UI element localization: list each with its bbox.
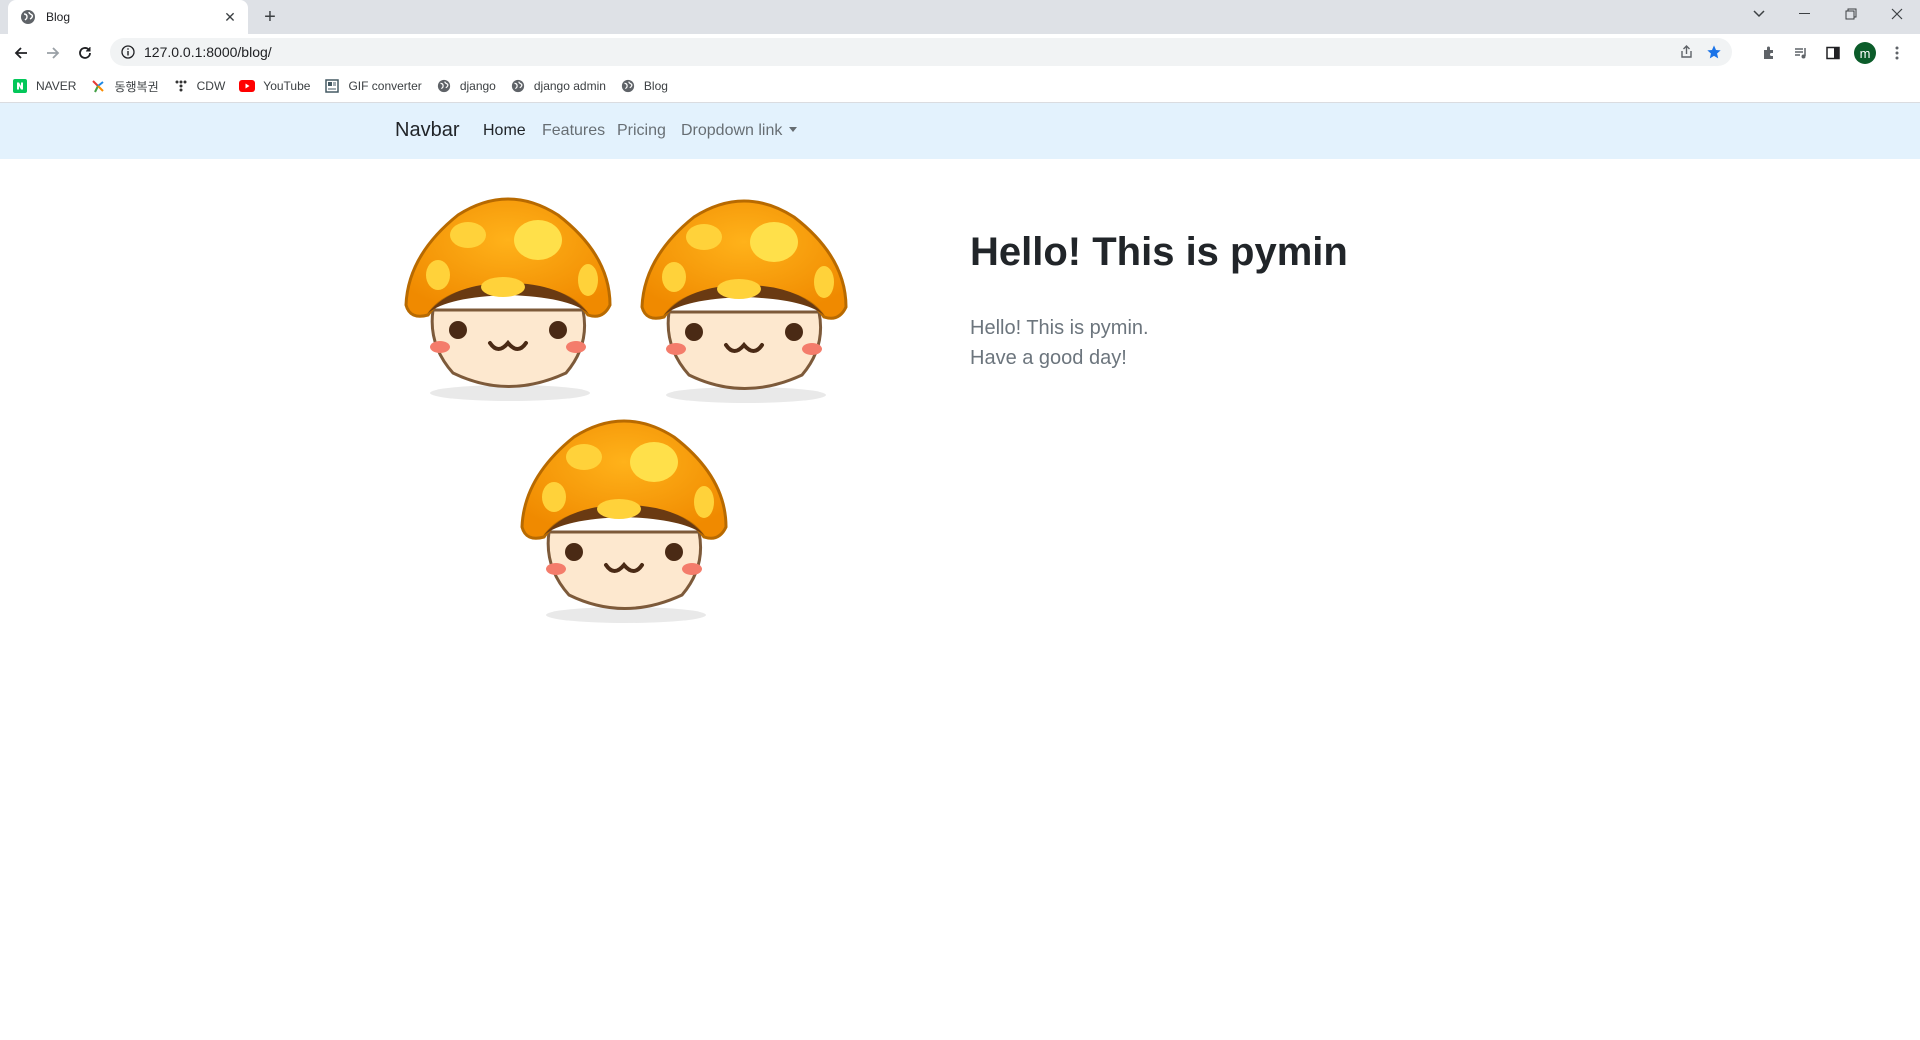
browser-toolbar: 127.0.0.1:8000/blog/ m bbox=[0, 34, 1920, 70]
youtube-icon bbox=[239, 78, 256, 94]
tab-blog[interactable]: Blog ✕ bbox=[8, 0, 248, 34]
gif-icon bbox=[324, 78, 340, 94]
intro-text: Hello! This is pymin. Have a good day! bbox=[970, 313, 1149, 373]
bookmark-gif-converter[interactable]: GIF converter bbox=[324, 74, 422, 98]
bookmark-cdw[interactable]: CDW bbox=[173, 74, 225, 98]
nav-link-features[interactable]: Features bbox=[542, 122, 605, 140]
reload-icon[interactable] bbox=[72, 40, 98, 66]
tab-strip: Blog ✕ + bbox=[0, 0, 1920, 34]
bookmark-star-icon[interactable] bbox=[1700, 38, 1728, 66]
new-tab-icon[interactable]: + bbox=[258, 5, 282, 29]
navbar-brand[interactable]: Navbar bbox=[395, 119, 459, 142]
back-icon[interactable] bbox=[8, 40, 34, 66]
bookmark-lottery[interactable]: 동행복권 bbox=[90, 74, 159, 98]
extensions-icon[interactable] bbox=[1756, 40, 1782, 66]
bookmarks-bar: NAVER 동행복권 CDW YouTube GIF converter dja… bbox=[0, 70, 1920, 103]
media-control-icon[interactable] bbox=[1788, 40, 1814, 66]
url-text: 127.0.0.1:8000/blog/ bbox=[144, 44, 272, 60]
mushroom-image bbox=[404, 197, 612, 401]
side-panel-icon[interactable] bbox=[1820, 40, 1846, 66]
minimize-icon[interactable] bbox=[1782, 0, 1828, 28]
nav-link-pricing[interactable]: Pricing bbox=[617, 122, 666, 140]
forward-icon[interactable] bbox=[40, 40, 66, 66]
naver-icon bbox=[12, 78, 28, 94]
site-navbar: Navbar Home Features Pricing Dropdown li… bbox=[0, 103, 1920, 159]
site-info-icon[interactable] bbox=[120, 44, 136, 60]
page-title: Hello! This is pymin bbox=[970, 230, 1348, 274]
share-icon[interactable] bbox=[1672, 38, 1700, 66]
cdw-icon bbox=[173, 78, 189, 94]
nav-link-home[interactable]: Home bbox=[483, 122, 526, 140]
bookmark-naver[interactable]: NAVER bbox=[12, 74, 76, 98]
nav-dropdown-toggle[interactable]: Dropdown link bbox=[681, 122, 798, 140]
address-bar[interactable]: 127.0.0.1:8000/blog/ bbox=[110, 38, 1732, 66]
restore-icon[interactable] bbox=[1828, 0, 1874, 28]
caret-down-icon bbox=[789, 127, 798, 132]
globe-icon bbox=[510, 78, 526, 94]
bookmark-django[interactable]: django bbox=[436, 74, 496, 98]
mushroom-image bbox=[640, 199, 848, 403]
bookmark-youtube[interactable]: YouTube bbox=[239, 74, 310, 98]
more-menu-icon[interactable] bbox=[1884, 40, 1910, 66]
bookmark-django-admin[interactable]: django admin bbox=[510, 74, 606, 98]
close-tab-icon[interactable]: ✕ bbox=[218, 5, 242, 29]
globe-icon bbox=[436, 78, 452, 94]
globe-icon bbox=[620, 78, 636, 94]
bookmark-blog[interactable]: Blog bbox=[620, 74, 668, 98]
globe-icon bbox=[21, 10, 35, 24]
profile-avatar[interactable]: m bbox=[1852, 40, 1878, 66]
page-content: Navbar Home Features Pricing Dropdown li… bbox=[0, 103, 1920, 1040]
intro-line: Have a good day! bbox=[970, 347, 1127, 369]
lottery-icon bbox=[90, 78, 106, 94]
intro-line: Hello! This is pymin. bbox=[970, 317, 1149, 339]
tab-title: Blog bbox=[46, 10, 71, 24]
mushroom-image bbox=[520, 419, 728, 623]
tab-search-icon[interactable] bbox=[1736, 0, 1782, 28]
close-window-icon[interactable] bbox=[1874, 0, 1920, 28]
